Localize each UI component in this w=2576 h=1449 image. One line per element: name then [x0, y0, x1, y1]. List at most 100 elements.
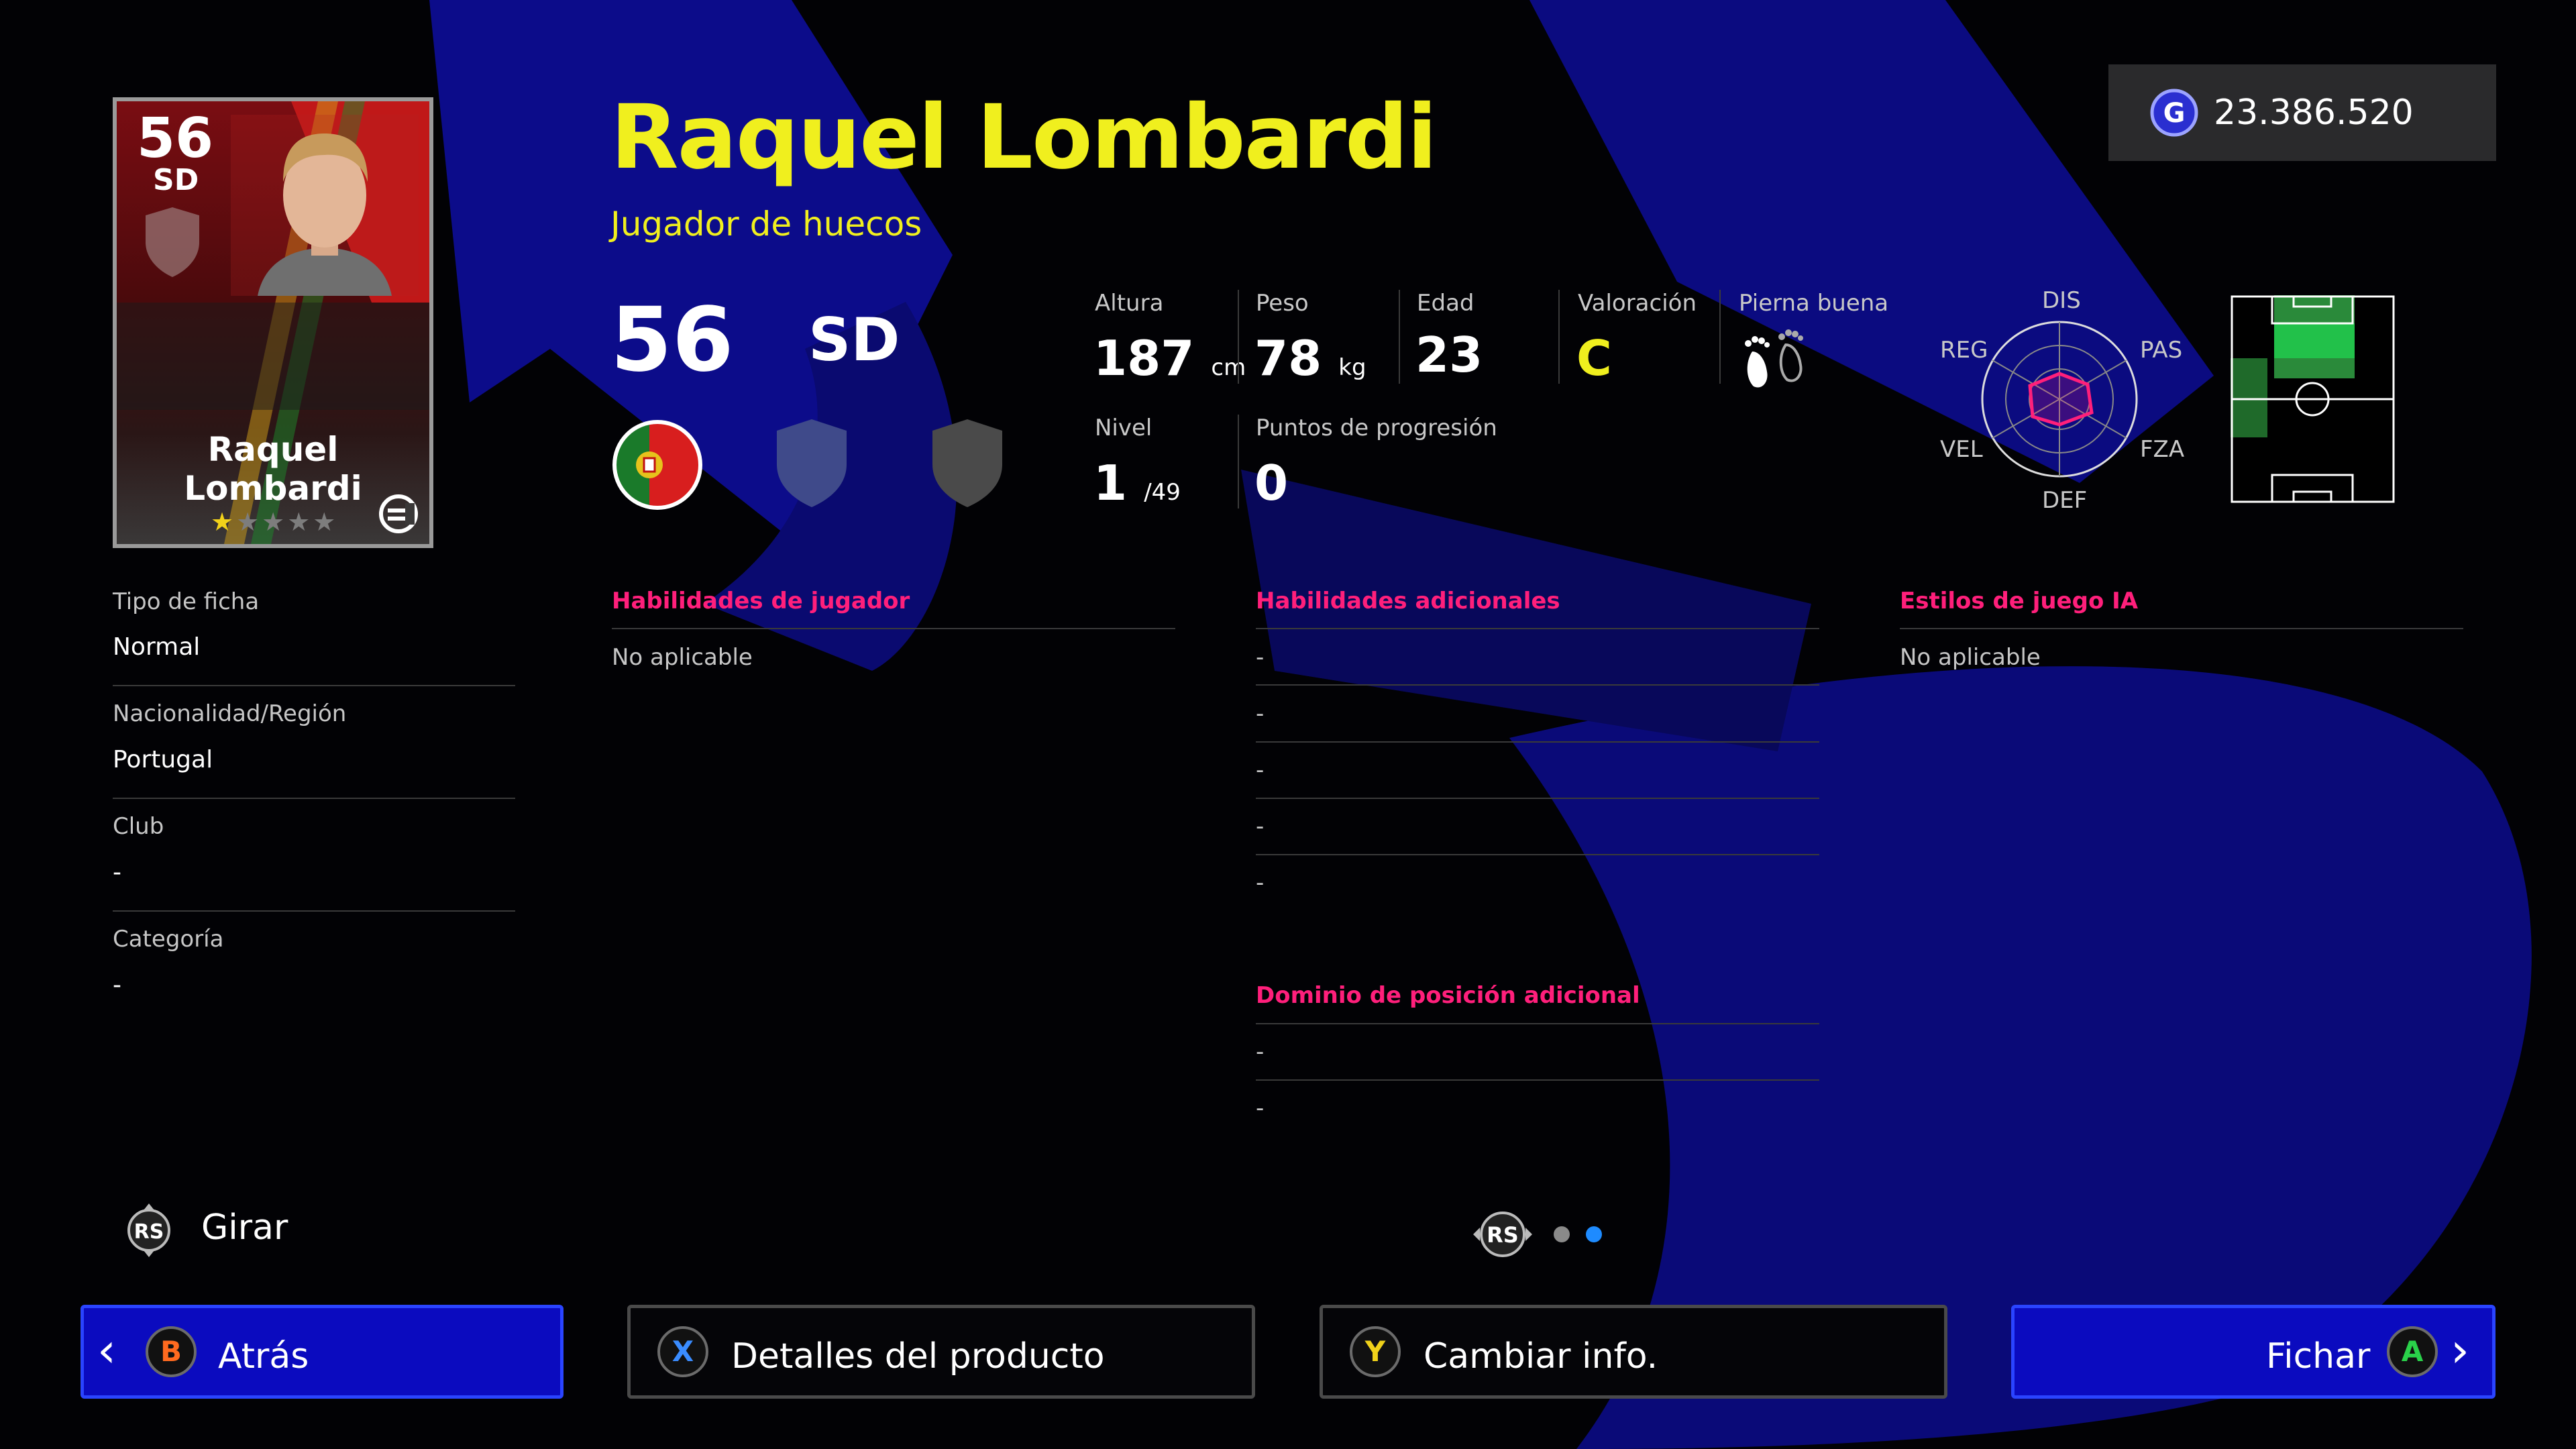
a-key-icon: A: [2387, 1326, 2438, 1377]
divider: [1256, 628, 1819, 629]
girar-label: Girar: [201, 1208, 288, 1248]
habilidad-adicional-item: -: [1256, 813, 1265, 840]
dominio-posicion-item: -: [1256, 1095, 1265, 1122]
page-dot-1[interactable]: [1554, 1226, 1570, 1242]
habilidades-jugador-title: Habilidades de jugador: [612, 588, 910, 614]
gp-amount: 23.386.520: [2214, 93, 2414, 133]
player-rating: 56: [610, 288, 734, 392]
info-value-club: -: [113, 859, 121, 886]
gp-coin-icon: G: [2150, 89, 2198, 137]
altura-value: 187 cm: [1093, 330, 1246, 386]
x-key-icon: X: [657, 1326, 708, 1377]
progresion-value: 0: [1254, 455, 1289, 511]
dominio-posicion-title: Dominio de posición adicional: [1256, 982, 1640, 1009]
portugal-flag-icon: [612, 420, 702, 510]
league-shield-icon: [932, 419, 1002, 507]
divider: [1719, 290, 1721, 384]
divider: [1399, 290, 1400, 384]
divider: [1256, 741, 1819, 743]
divider: [113, 798, 515, 799]
radar-label-dis: DIS: [2042, 287, 2081, 314]
edad-label: Edad: [1417, 290, 1474, 317]
altura-label: Altura: [1095, 290, 1164, 317]
dominio-posicion-item: -: [1256, 1038, 1265, 1065]
divider: [1256, 1079, 1819, 1081]
nivel-label: Nivel: [1095, 415, 1152, 441]
estilos-ia-title: Estilos de juego IA: [1900, 588, 2139, 614]
y-key-icon: Y: [1350, 1326, 1401, 1377]
habilidad-adicional-item: -: [1256, 644, 1265, 671]
efootball-logo-icon: [379, 494, 418, 533]
info-label-nacionalidad: Nacionalidad/Región: [113, 700, 347, 727]
divider: [113, 685, 515, 686]
habilidades-jugador-value: No aplicable: [612, 644, 753, 671]
info-label-tipo: Tipo de ficha: [113, 588, 260, 615]
divider: [1256, 1023, 1819, 1024]
radar-label-def: DEF: [2042, 487, 2088, 514]
habilidad-adicional-item: -: [1256, 869, 1265, 896]
estilos-ia-value: No aplicable: [1900, 644, 2041, 671]
divider: [1558, 290, 1560, 384]
attribute-radar: DIS PAS FZA DEF VEL REG: [1919, 282, 2200, 523]
habilidad-adicional-item: -: [1256, 700, 1265, 727]
player-photo: [231, 115, 419, 296]
info-label-categoria: Categoría: [113, 926, 224, 953]
habilidad-adicional-item: -: [1256, 757, 1265, 784]
sign-label: Fichar: [2266, 1336, 2371, 1377]
card-position: SD: [153, 163, 199, 197]
radar-label-vel: VEL: [1940, 436, 1983, 463]
radar-label-pas: PAS: [2140, 337, 2183, 364]
footprints-icon: [1745, 329, 1803, 388]
back-button[interactable]: ‹ B Atrás: [80, 1305, 564, 1399]
player-role: Jugador de huecos: [610, 205, 922, 244]
valoracion-label: Valoración: [1578, 290, 1697, 317]
info-value-tipo: Normal: [113, 633, 201, 661]
product-details-label: Detalles del producto: [731, 1336, 1105, 1377]
divider: [1238, 415, 1239, 508]
info-value-categoria: -: [113, 971, 121, 999]
product-details-button[interactable]: X Detalles del producto: [627, 1305, 1255, 1399]
edad-value: 23: [1415, 327, 1483, 383]
change-info-button[interactable]: Y Cambiar info.: [1320, 1305, 1947, 1399]
rs-label: RS: [134, 1220, 164, 1244]
valoracion-value: C: [1576, 330, 1612, 386]
divider: [1256, 854, 1819, 855]
divider: [1900, 628, 2463, 629]
divider: [113, 910, 515, 912]
player-name-title: Raquel Lombardi: [610, 86, 1438, 189]
divider: [1256, 798, 1819, 799]
info-value-nacionalidad: Portugal: [113, 746, 213, 773]
chevron-right-icon: ›: [2451, 1323, 2469, 1378]
divider: [1238, 290, 1239, 384]
position-pitch-map: [2231, 295, 2395, 503]
divider: [612, 628, 1175, 629]
info-label-club: Club: [113, 813, 164, 840]
pierna-buena-label: Pierna buena: [1739, 290, 1889, 317]
pager-rs-label: RS: [1487, 1222, 1519, 1248]
peso-value: 78 kg: [1254, 330, 1366, 386]
player-position: SD: [808, 305, 900, 374]
back-label: Atrás: [218, 1336, 309, 1377]
habilidades-adicionales-title: Habilidades adicionales: [1256, 588, 1560, 614]
change-info-label: Cambiar info.: [1424, 1336, 1658, 1377]
b-key-icon: B: [146, 1326, 197, 1377]
peso-label: Peso: [1256, 290, 1309, 317]
nivel-value: 1 /49: [1093, 455, 1181, 511]
gp-balance: G 23.386.520: [2108, 64, 2496, 161]
sign-button[interactable]: Fichar A ›: [2011, 1305, 2496, 1399]
radar-label-fza: FZA: [2140, 436, 2185, 463]
chevron-left-icon: ‹: [97, 1323, 116, 1378]
rs-stick-icon: RS: [127, 1203, 170, 1257]
star-rating: ★★★★★: [211, 507, 339, 537]
radar-graph: [1981, 321, 2138, 478]
card-rating: 56: [137, 107, 214, 170]
progresion-label: Puntos de progresión: [1256, 415, 1497, 441]
club-shield-icon: [777, 419, 847, 507]
card-club-shield-icon: [146, 207, 199, 277]
svg-text:G: G: [2163, 98, 2186, 129]
divider: [1256, 684, 1819, 686]
player-card: 56 SD Raquel Lombardi ★★★★★: [113, 97, 433, 548]
page-dot-2-active[interactable]: [1586, 1226, 1602, 1242]
radar-label-reg: REG: [1940, 337, 1988, 364]
pager-rs-icon[interactable]: RS: [1469, 1206, 1536, 1263]
